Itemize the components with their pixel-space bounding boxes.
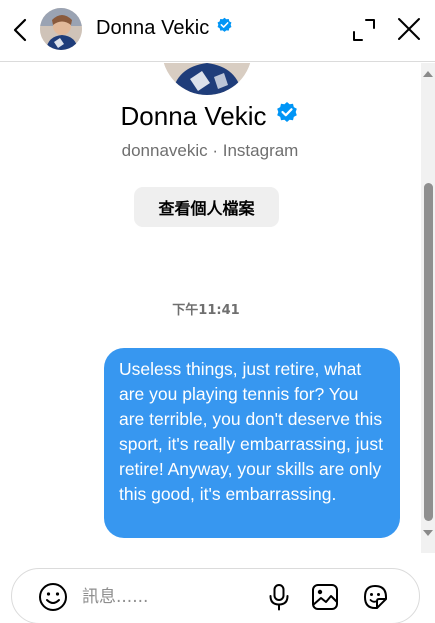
image-icon — [312, 584, 338, 610]
header-name-label: Donna Vekic — [96, 17, 210, 39]
profile-subtitle: donnavekic · Instagram — [121, 141, 299, 160]
close-button[interactable] — [396, 16, 422, 42]
message-input[interactable] — [82, 583, 252, 611]
emoji-button[interactable] — [38, 582, 68, 612]
outgoing-message-bubble[interactable]: Useless things, just retire, what are yo… — [104, 348, 400, 538]
expand-button[interactable] — [351, 17, 377, 43]
message-timestamp: 下午11:41 — [172, 303, 240, 318]
scroll-up-arrow-icon[interactable] — [423, 71, 433, 77]
back-button[interactable] — [6, 14, 34, 46]
verified-badge-icon — [275, 101, 299, 132]
message-thread[interactable]: Donna Vekic donnavekic · Instagram 查看個人檔… — [0, 63, 420, 553]
emoji-icon — [39, 583, 67, 611]
scrollbar-thumb[interactable] — [424, 183, 433, 521]
chat-header: Donna Vekic — [0, 0, 435, 62]
profile-avatar[interactable] — [162, 63, 252, 95]
voice-message-button[interactable] — [264, 582, 294, 612]
profile-name-label: Donna Vekic — [120, 101, 267, 131]
sticker-icon — [364, 585, 387, 609]
sticker-button[interactable] — [360, 582, 390, 612]
scroll-down-arrow-icon[interactable] — [423, 530, 433, 536]
expand-icon — [353, 19, 375, 41]
verified-badge-icon — [216, 17, 233, 40]
avatar[interactable] — [40, 8, 82, 50]
attach-image-button[interactable] — [310, 582, 340, 612]
scrollbar[interactable] — [421, 63, 435, 553]
microphone-icon — [269, 584, 289, 611]
view-profile-button[interactable]: 查看個人檔案 — [134, 187, 279, 227]
close-icon — [398, 18, 420, 40]
back-arrow-icon — [13, 18, 27, 42]
header-title[interactable]: Donna Vekic — [96, 17, 233, 40]
message-composer — [11, 568, 420, 623]
profile-name: Donna Vekic — [0, 101, 420, 132]
